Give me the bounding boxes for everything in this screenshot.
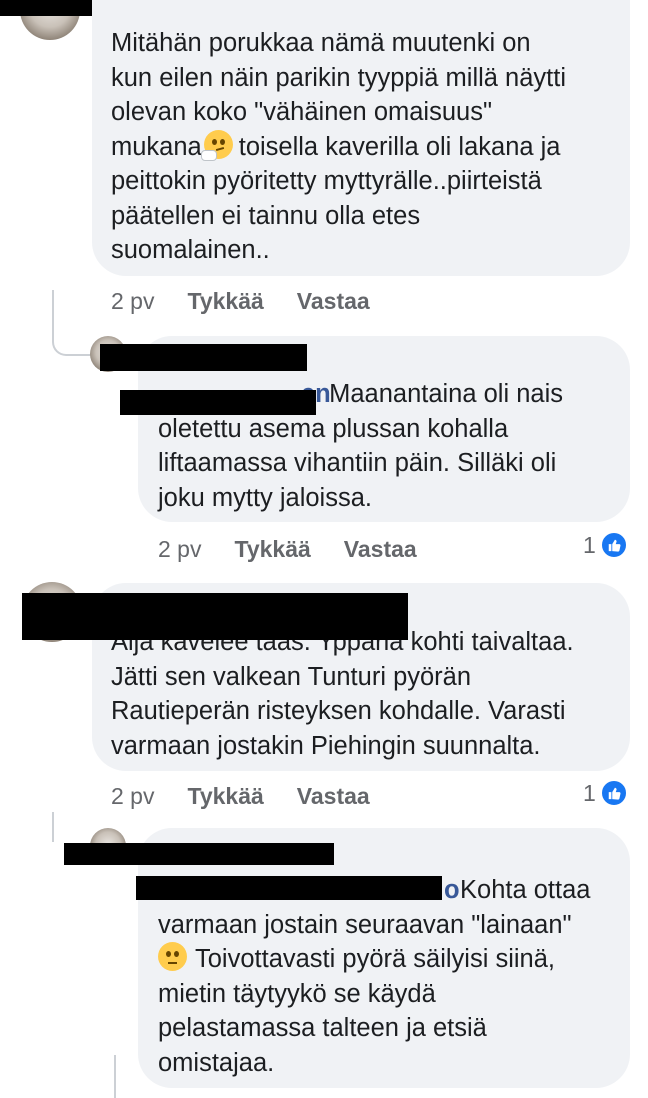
- eye-roll-emoji: [158, 942, 187, 971]
- comment-text-line: Jätti sen valkean Tunturi pyörän: [111, 662, 472, 691]
- reply-button[interactable]: Vastaa: [297, 288, 370, 315]
- reply-button[interactable]: Vastaa: [344, 536, 417, 563]
- timestamp[interactable]: 2 pv: [111, 783, 154, 810]
- comment-text-line: Mitähän porukkaa nämä muutenki on: [111, 29, 531, 57]
- comment-actions: 2 pv Tykkää Vastaa: [158, 534, 417, 564]
- comment-bubble: Mitähän porukkaa nämä muutenki on kun ei…: [92, 0, 630, 276]
- like-button[interactable]: Tykkää: [187, 288, 263, 315]
- timestamp[interactable]: 2 pv: [158, 536, 201, 563]
- redacted-name: [120, 390, 316, 415]
- reaction-count[interactable]: 1: [583, 531, 628, 559]
- comment-text-line: liftaamassa vihantiin päin. Silläki oli: [158, 449, 557, 477]
- comment-text-line: päätellen ei tainnu olla etes: [111, 201, 421, 230]
- comment-text-line: varmaan jostain seuraavan "lainaan": [158, 910, 572, 939]
- comment-text-line: olevan koko "vähäinen omaisuus": [111, 98, 493, 126]
- comment-text-line: kun eilen näin parikin tyyppiä millä näy…: [111, 63, 566, 92]
- comment-text-line: mukana toisella kaverilla oli lakana ja: [111, 129, 630, 165]
- thinking-face-emoji: [200, 129, 233, 161]
- comment-text-fragment: Toivottavasti pyörä säilyisi siinä,: [195, 945, 555, 973]
- thread-line: [114, 1055, 116, 1098]
- comment-text-line: omistajaa.: [158, 1048, 275, 1077]
- thumbs-up-icon: [599, 531, 628, 559]
- comment-bubble: oKohta ottaa varmaan jostain seuraavan "…: [138, 828, 630, 1088]
- comment-text-fragment: toisella kaverilla oli lakana ja: [238, 132, 561, 161]
- comment-text-line: pelastamassa talteen ja etsiä: [158, 1014, 487, 1042]
- comment-actions: 2 pv Tykkää Vastaa: [111, 286, 370, 316]
- comment-actions: 2 pv Tykkää Vastaa: [111, 781, 370, 811]
- comment-text-line: Toivottavasti pyörä säilyisi siinä,: [158, 942, 630, 977]
- reply-button[interactable]: Vastaa: [297, 783, 370, 810]
- comment-text-line: joku mytty jaloissa.: [158, 483, 372, 512]
- redacted-name: [136, 876, 442, 900]
- comment-text-fragment: Maanantaina oli nais: [329, 380, 564, 408]
- redacted-name: [22, 593, 408, 640]
- comment-text-line: suomalainen..: [111, 236, 270, 264]
- thumbs-up-icon: [599, 779, 628, 807]
- like-button[interactable]: Tykkää: [234, 536, 310, 563]
- thread-connector: [52, 318, 92, 356]
- like-button[interactable]: Tykkää: [187, 783, 263, 810]
- thread-line: [52, 290, 54, 320]
- reaction-number: 1: [583, 531, 596, 558]
- comment-text-line: Rautieperän risteyksen kohdalle. Varasti: [111, 697, 566, 725]
- comment-text-line: varmaan jostakin Piehingin suunnalta.: [111, 731, 541, 760]
- reaction-count[interactable]: 1: [583, 779, 628, 807]
- comment-text-line: mietin täytyykö se käydä: [158, 979, 436, 1008]
- redacted-name: [64, 843, 334, 865]
- comment-text-line: oletettu asema plussan kohalla: [158, 414, 509, 443]
- comment-text-fragment: Kohta ottaa: [460, 876, 591, 904]
- comment-text-fragment: mukana: [111, 132, 202, 161]
- reaction-number: 1: [583, 779, 596, 806]
- timestamp[interactable]: 2 pv: [111, 288, 154, 315]
- comment-text-line: peittokin pyöritetty myttyrälle..piirtei…: [111, 167, 542, 195]
- redacted-name: [100, 344, 307, 371]
- thread-line: [52, 812, 54, 842]
